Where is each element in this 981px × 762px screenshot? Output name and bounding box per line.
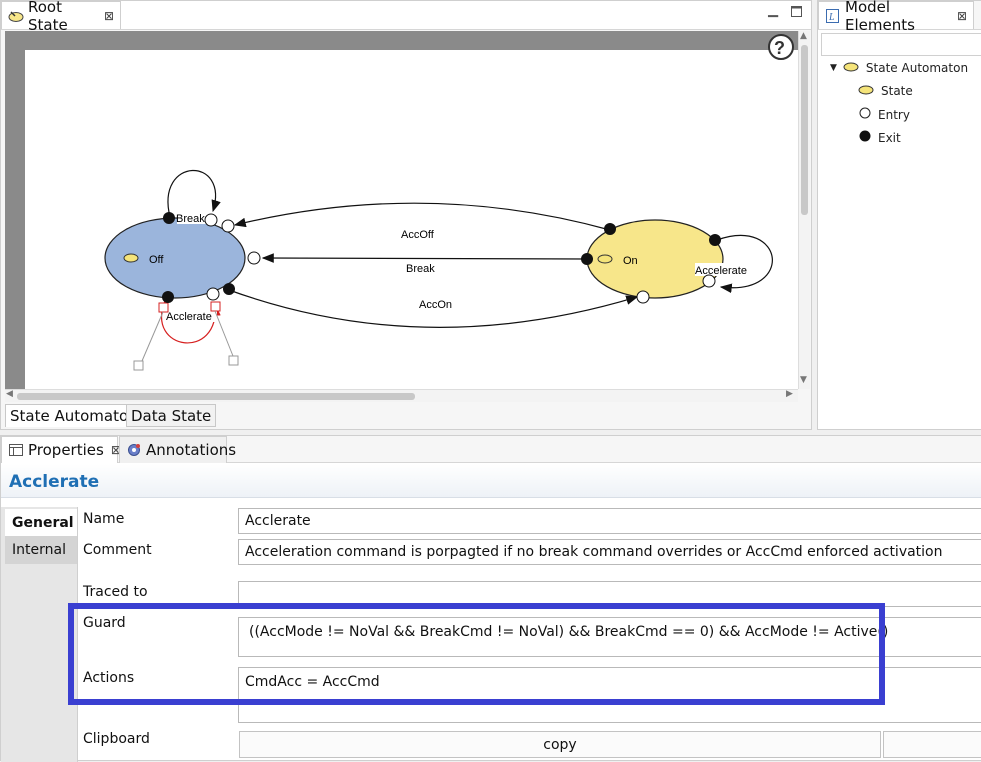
state-off-icon xyxy=(123,253,139,263)
tree-item-label: State Automaton xyxy=(865,61,969,75)
anchor-handle[interactable] xyxy=(228,355,239,366)
transition-break-selfloop[interactable] xyxy=(167,169,221,218)
page-title: Acclerate xyxy=(9,472,100,492)
minimize-icon[interactable]: ▁ xyxy=(768,3,778,18)
chevron-down-icon[interactable]: ▼ xyxy=(830,63,837,73)
tree-item-state[interactable]: State xyxy=(858,84,913,98)
scrollbar-thumb[interactable] xyxy=(801,45,808,215)
copy-button[interactable]: copy xyxy=(239,731,881,758)
exit-port[interactable] xyxy=(581,253,593,265)
highlight-box xyxy=(68,603,885,705)
properties-panel: Properties ⊠ Annotations Acclerate Gener… xyxy=(0,435,981,762)
tree-item-label: Exit xyxy=(878,130,901,145)
tab-internal[interactable]: Internal xyxy=(5,536,77,564)
tree-item-exit[interactable]: Exit xyxy=(859,130,901,145)
tree-item-entry[interactable]: Entry xyxy=(859,107,910,122)
hollow-circle-icon xyxy=(859,107,871,122)
exit-port[interactable] xyxy=(163,212,175,224)
scroll-right-icon[interactable]: ▶ xyxy=(786,389,793,399)
yellow-ellipse-icon xyxy=(858,84,874,98)
name-label: Name xyxy=(83,511,125,527)
transition-break-label[interactable]: Break xyxy=(406,263,435,275)
transition-acclerate-selfloop-label[interactable]: Acclerate xyxy=(166,311,212,323)
tab-annotations-label: Annotations xyxy=(146,441,237,459)
tree-item-state-automaton[interactable]: ▼ State Automaton xyxy=(830,61,968,75)
transition-break-selfloop-label[interactable]: Break xyxy=(176,213,205,225)
close-icon[interactable]: ⊠ xyxy=(957,9,967,23)
entry-port[interactable] xyxy=(221,219,235,233)
diagram-canvas[interactable]: Off On AccOff Break AccOn Break Acclerat… xyxy=(5,31,798,389)
state-on-label: On xyxy=(623,255,638,267)
state-icon xyxy=(8,8,24,24)
model-elements-panel: L Model Elements ⊠ ▼ State Automaton Sta… xyxy=(817,0,981,430)
state-diagram: Off On AccOff Break AccOn Break Acclerat… xyxy=(104,34,794,371)
name-field[interactable]: Acclerate xyxy=(238,508,981,534)
tab-properties-label: Properties xyxy=(28,441,104,459)
exit-port[interactable] xyxy=(604,223,616,235)
tab-internal-label: Internal xyxy=(12,542,66,558)
traced-to-label: Traced to xyxy=(83,584,148,600)
clipboard-label: Clipboard xyxy=(83,731,150,747)
vertical-scrollbar[interactable]: ▲ ▼ xyxy=(798,31,810,389)
entry-port[interactable] xyxy=(636,290,650,304)
tree-item-label: State xyxy=(881,84,913,98)
transition-accoff[interactable] xyxy=(233,202,611,231)
properties-tabbar: Properties ⊠ Annotations xyxy=(1,436,981,463)
scrollbar-thumb[interactable] xyxy=(17,393,415,400)
clipboard-secondary-button[interactable] xyxy=(883,731,981,758)
entry-port[interactable] xyxy=(206,287,220,301)
transition-accoff-label[interactable]: AccOff xyxy=(401,229,435,241)
state-off-label: Off xyxy=(149,254,164,266)
entry-port[interactable] xyxy=(247,251,261,265)
tab-data-state[interactable]: Data State xyxy=(126,404,217,427)
comment-field[interactable]: Acceleration command is porpagted if no … xyxy=(238,539,981,565)
close-icon[interactable]: ⊠ xyxy=(104,9,114,23)
editor-bottom-tabs: State Automaton Data State xyxy=(5,404,811,428)
model-elements-filter[interactable] xyxy=(821,33,981,56)
tab-model-elements-label: Model Elements xyxy=(845,0,915,34)
properties-header: Acclerate xyxy=(1,464,981,498)
scroll-down-icon[interactable]: ▼ xyxy=(800,375,807,385)
properties-icon xyxy=(8,442,24,458)
scroll-up-icon[interactable]: ▲ xyxy=(800,31,807,41)
exit-port[interactable] xyxy=(223,283,235,295)
tab-general-label: General xyxy=(12,515,74,531)
svg-text:L: L xyxy=(828,12,835,23)
gear-icon xyxy=(126,442,142,458)
selection-handle[interactable] xyxy=(158,302,169,313)
tab-root-state-label: Root State xyxy=(28,0,68,34)
model-elements-icon: L xyxy=(825,8,841,24)
editor-tabbar: Root State ⊠ ▁ xyxy=(1,0,811,34)
entry-port[interactable] xyxy=(702,274,716,288)
model-elements-tabbar: L Model Elements ⊠ xyxy=(818,0,981,34)
help-icon[interactable]: ? xyxy=(768,34,794,60)
tab-model-elements[interactable]: L Model Elements ⊠ xyxy=(818,0,974,34)
maximize-icon[interactable] xyxy=(791,6,802,21)
comment-label: Comment xyxy=(83,542,152,558)
anchor-handle[interactable] xyxy=(133,360,144,371)
exit-port[interactable] xyxy=(709,234,721,246)
svg-text:?: ? xyxy=(774,38,785,58)
transition-break[interactable] xyxy=(261,253,588,263)
tab-properties[interactable]: Properties ⊠ xyxy=(1,436,121,463)
transition-accon-label[interactable]: AccOn xyxy=(419,299,452,311)
transition-accelerate-selfloop[interactable] xyxy=(716,234,773,294)
properties-side-tabs: General Internal xyxy=(1,507,78,762)
tab-general[interactable]: General xyxy=(5,509,77,537)
state-on-icon xyxy=(597,254,613,264)
tab-root-state[interactable]: Root State ⊠ xyxy=(1,0,121,34)
editor-panel: Root State ⊠ ▁ Off On AccOff Break AccOn… xyxy=(0,0,812,430)
yellow-ellipse-icon xyxy=(843,61,859,75)
selection-handle[interactable] xyxy=(210,301,221,312)
exit-port[interactable] xyxy=(162,291,174,303)
tab-state-automaton[interactable]: State Automaton xyxy=(5,404,143,427)
tab-annotations[interactable]: Annotations xyxy=(119,436,236,463)
horizontal-scrollbar[interactable]: ◀ ▶ xyxy=(5,389,798,402)
scroll-left-icon[interactable]: ◀ xyxy=(6,389,13,399)
entry-port[interactable] xyxy=(204,213,218,227)
transition-accelerate-selfloop-label[interactable]: Accelerate xyxy=(695,265,747,277)
tree-item-label: Entry xyxy=(878,107,910,122)
filled-circle-icon xyxy=(859,130,871,145)
